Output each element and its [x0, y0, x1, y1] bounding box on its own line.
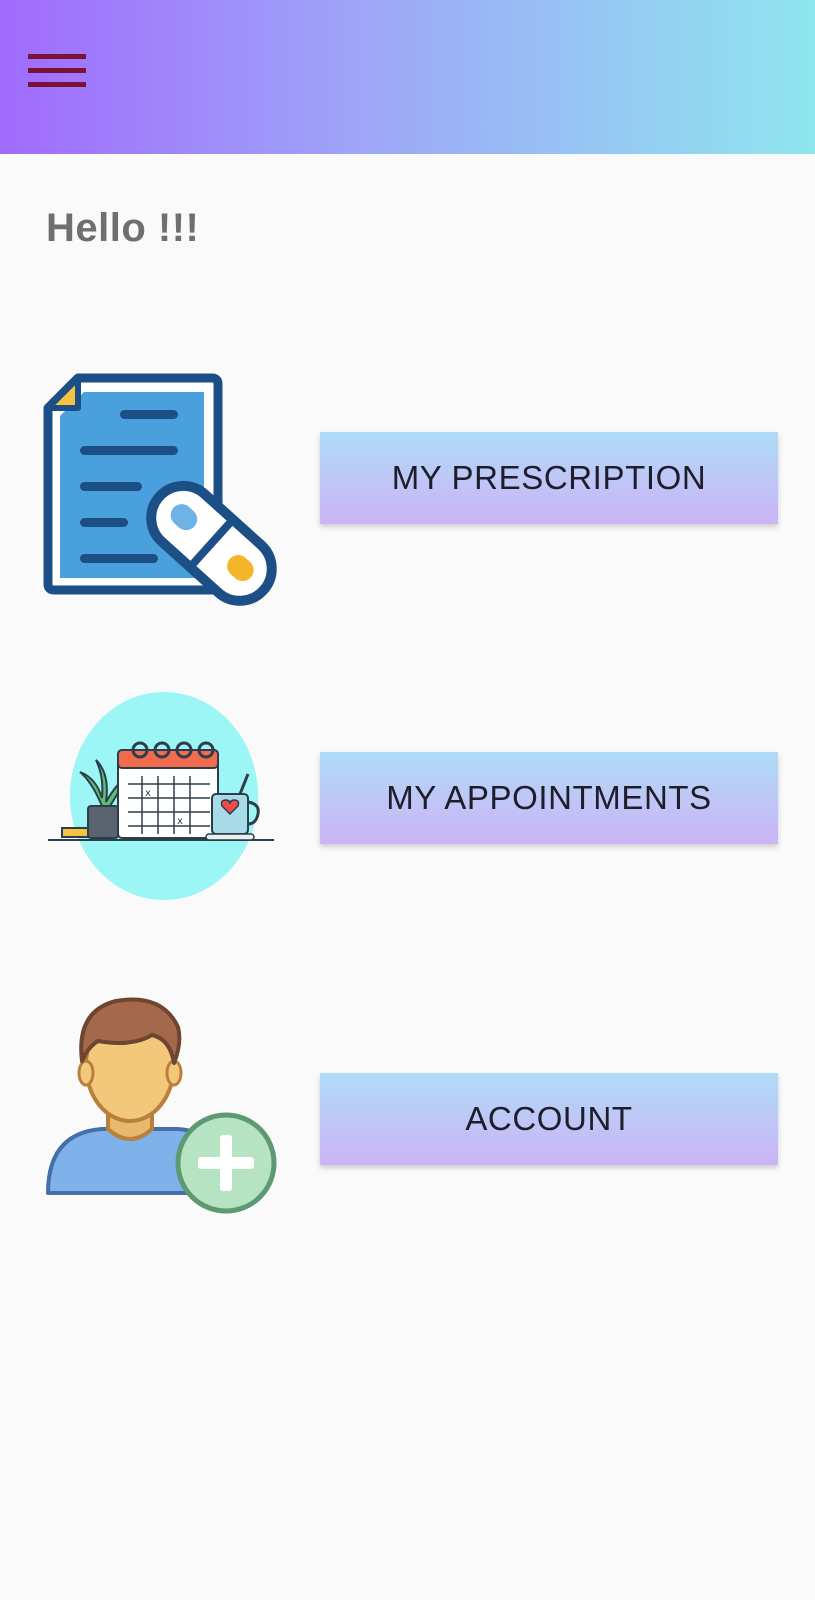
greeting-title: Hello !!!	[46, 206, 200, 250]
menu-row-appointments: x x MY APPOINTMENTS	[0, 690, 815, 910]
account-button[interactable]: ACCOUNT	[320, 1073, 778, 1165]
my-prescription-button[interactable]: MY PRESCRIPTION	[320, 432, 778, 524]
my-appointments-label: MY APPOINTMENTS	[386, 779, 712, 816]
calendar-appointment-icon: x x	[44, 690, 280, 902]
svg-text:x: x	[145, 788, 151, 799]
my-appointments-button[interactable]: MY APPOINTMENTS	[320, 752, 778, 844]
menu-row-prescription: MY PRESCRIPTION	[0, 360, 815, 610]
app-bar	[0, 0, 815, 154]
my-prescription-label: MY PRESCRIPTION	[391, 459, 707, 496]
prescription-document-pill-icon	[40, 372, 280, 612]
add-user-account-icon	[40, 991, 280, 1221]
svg-text:x: x	[177, 816, 183, 827]
menu-button[interactable]	[20, 44, 92, 102]
menu-row-account: ACCOUNT	[0, 985, 815, 1225]
account-label: ACCOUNT	[465, 1100, 633, 1137]
hamburger-menu-icon	[28, 54, 86, 87]
